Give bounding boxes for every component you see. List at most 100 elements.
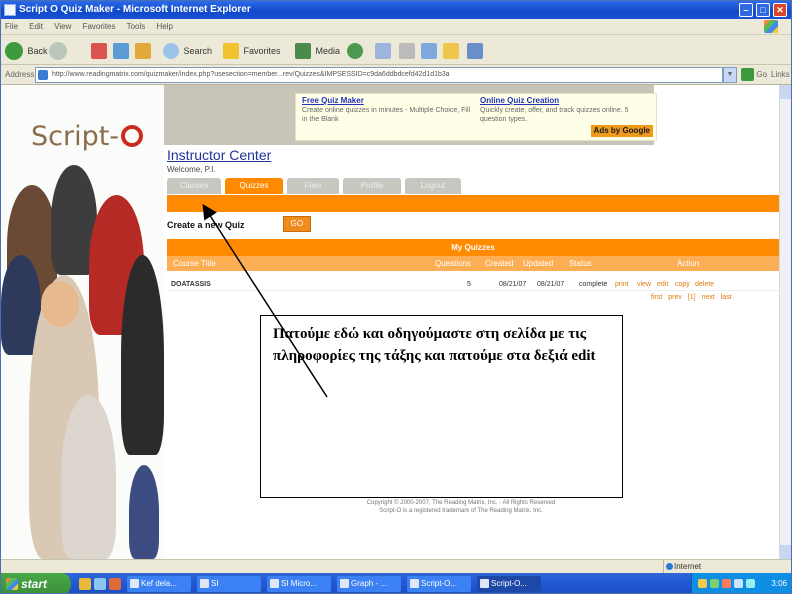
- quiz-title[interactable]: DOATASSIS: [171, 279, 211, 291]
- volume-icon[interactable]: [746, 579, 755, 588]
- action-edit-link[interactable]: edit: [657, 279, 668, 291]
- callout-text: Πατούμε εδώ και οδηγούμαστε στη σελίδα μ…: [273, 326, 596, 364]
- tab-content-band: [167, 195, 779, 212]
- task-icon: [340, 579, 349, 588]
- ads-by-google[interactable]: Ads by Google: [590, 125, 653, 137]
- history-button[interactable]: [347, 40, 363, 60]
- media-button[interactable]: Media: [295, 40, 340, 60]
- menu-view[interactable]: View: [54, 22, 71, 31]
- ad1-title[interactable]: Free Quiz Maker: [302, 96, 364, 105]
- page-footer: Copyright © 2000-2007, The Reading Matri…: [331, 499, 591, 515]
- menu-edit[interactable]: Edit: [29, 22, 43, 31]
- menu-help[interactable]: Help: [157, 22, 173, 31]
- task-button-3[interactable]: SI Micro...: [267, 576, 331, 592]
- task-icon: [410, 579, 419, 588]
- tray-icon-4[interactable]: [734, 579, 743, 588]
- address-dropdown-button[interactable]: ▼: [723, 67, 737, 83]
- edit-button[interactable]: [421, 40, 437, 60]
- menu-favorites[interactable]: Favorites: [83, 22, 116, 31]
- pager-prev[interactable]: prev: [668, 294, 682, 301]
- ad1-text: Create online quizzes in minutes - Multi…: [302, 107, 471, 123]
- tab-classes[interactable]: Classes: [167, 178, 221, 194]
- action-delete-link[interactable]: delete: [695, 279, 714, 291]
- close-button[interactable]: ✕: [773, 3, 787, 17]
- task-button-2[interactable]: SI: [197, 576, 261, 592]
- table-row: DOATASSIS 5 08/21/07 08/21/07 complete p…: [167, 279, 779, 291]
- script-o-logo: Script-: [31, 121, 144, 152]
- action-view-link[interactable]: view: [637, 279, 651, 291]
- my-quizzes-header: My Quizzes: [167, 239, 779, 256]
- vertical-scrollbar[interactable]: [779, 85, 791, 559]
- maximize-button[interactable]: □: [756, 3, 770, 17]
- messenger-button[interactable]: [467, 40, 483, 60]
- col-action: Action: [677, 259, 700, 268]
- welcome-text: Welcome, P.I.: [167, 165, 216, 174]
- taskbar: start Kef dela... SI SI Micro... Graph -…: [1, 573, 791, 593]
- create-quiz-label: Create a new Quiz: [167, 220, 245, 230]
- pagination: first prev [1] next last: [651, 294, 736, 301]
- pager-first[interactable]: first: [651, 294, 662, 301]
- forward-button[interactable]: [49, 40, 67, 60]
- search-button[interactable]: Search: [163, 40, 212, 60]
- system-tray: 3:06: [691, 573, 791, 593]
- task-icon: [200, 579, 209, 588]
- action-copy-link[interactable]: copy: [675, 279, 690, 291]
- menu-file[interactable]: File: [5, 22, 18, 31]
- logo-o-mark: [121, 125, 144, 147]
- mail-icon: [375, 42, 391, 59]
- pager-next[interactable]: next: [702, 294, 715, 301]
- tab-profile[interactable]: Profile: [343, 178, 401, 194]
- tab-quizzes[interactable]: Quizzes: [225, 178, 283, 194]
- start-button[interactable]: start: [1, 573, 71, 593]
- stop-button[interactable]: [91, 40, 107, 60]
- tab-files[interactable]: Files: [287, 178, 339, 194]
- address-go-button[interactable]: Go: [741, 67, 767, 83]
- tab-logout[interactable]: Logout: [405, 178, 461, 194]
- tray-icon-1[interactable]: [698, 579, 707, 588]
- tray-icon-3[interactable]: [722, 579, 731, 588]
- globe-icon: [666, 563, 673, 570]
- task-button-6[interactable]: Script-O...: [477, 576, 541, 592]
- refresh-icon: [113, 42, 129, 59]
- create-quiz-go-button[interactable]: GO: [283, 216, 311, 232]
- star-icon: [223, 42, 239, 59]
- folder-button[interactable]: [443, 40, 459, 60]
- action-print-link[interactable]: print: [615, 279, 629, 291]
- go-arrow-icon: [741, 68, 754, 82]
- quicklaunch-media-icon[interactable]: [109, 578, 121, 590]
- ad2-title[interactable]: Online Quiz Creation: [480, 96, 559, 105]
- menu-bar: File Edit View Favorites Tools Help: [1, 19, 791, 35]
- address-label: Address: [5, 70, 35, 79]
- quicklaunch-ie-icon[interactable]: [79, 578, 91, 590]
- quicklaunch-desktop-icon[interactable]: [94, 578, 106, 590]
- mail-button[interactable]: [375, 40, 391, 60]
- print-button[interactable]: [399, 40, 415, 60]
- minimize-button[interactable]: –: [739, 3, 753, 17]
- tray-icon-2[interactable]: [710, 579, 719, 588]
- folder-icon: [443, 42, 459, 59]
- stop-icon: [91, 42, 107, 59]
- quiz-updated: 08/21/07: [537, 281, 565, 288]
- messenger-icon: [467, 42, 483, 59]
- pager-last[interactable]: last: [721, 294, 732, 301]
- favorites-button[interactable]: Favorites: [223, 40, 281, 60]
- scroll-up-arrow[interactable]: [780, 85, 791, 99]
- col-created: Created: [485, 259, 514, 268]
- forward-arrow-icon: [49, 41, 67, 60]
- task-button-1[interactable]: Kef dela...: [127, 576, 191, 592]
- students-photo: [1, 165, 164, 559]
- scroll-down-arrow[interactable]: [780, 545, 791, 559]
- home-button[interactable]: [135, 40, 151, 60]
- menu-tools[interactable]: Tools: [127, 22, 146, 31]
- links-button[interactable]: Links: [771, 70, 790, 79]
- task-button-5[interactable]: Script-O...: [407, 576, 471, 592]
- security-zone: Internet: [663, 560, 701, 574]
- search-icon: [163, 42, 179, 59]
- address-input[interactable]: http://www.readingmatrix.com/quizmaker/i…: [35, 67, 723, 83]
- windows-flag-icon: [6, 578, 18, 590]
- refresh-button[interactable]: [113, 40, 129, 60]
- toolbar: Back Search Favorites Media: [1, 35, 791, 65]
- pager-page-1[interactable]: [1]: [688, 294, 696, 301]
- back-button[interactable]: Back: [5, 40, 48, 60]
- task-button-4[interactable]: Graph - ...: [337, 576, 401, 592]
